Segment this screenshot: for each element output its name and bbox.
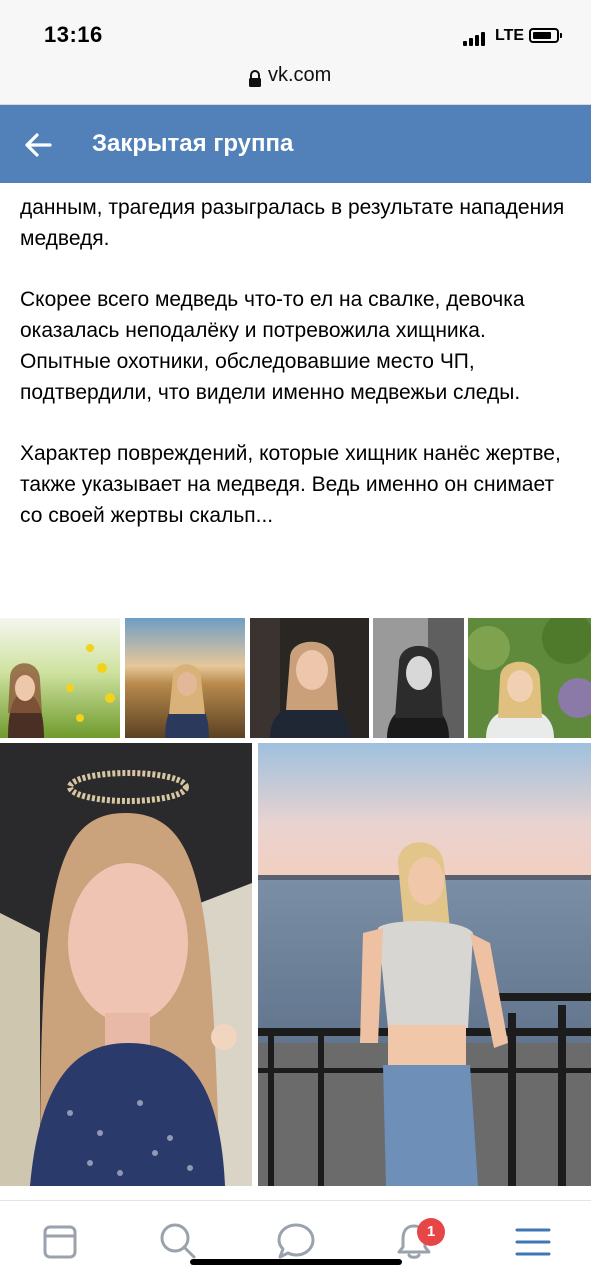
post-paragraph: данным, трагедия разыгралась в результат… (20, 196, 565, 250)
page-title: Закрытая группа (92, 130, 294, 157)
photo-wheat-field-sunset[interactable] (125, 618, 245, 738)
menu-icon[interactable] (513, 1222, 553, 1262)
url-text: vk.com (268, 64, 332, 86)
status-bar: 13:16 LTE (0, 0, 591, 56)
messages-icon[interactable] (276, 1221, 316, 1261)
newsfeed-icon[interactable] (40, 1222, 80, 1262)
photo-bw-portrait[interactable] (373, 618, 464, 738)
status-time: 13:16 (44, 22, 103, 47)
home-indicator[interactable] (190, 1259, 402, 1265)
photo-riverside-railing[interactable] (258, 743, 591, 1186)
network-type: LTE (495, 27, 525, 44)
post-paragraph: Скорее всего медведь что-то ел на свалке… (20, 288, 525, 404)
browser-url-bar[interactable]: vk.com (0, 56, 591, 105)
post-paragraph: Характер повреждений, которые хищник нан… (20, 442, 561, 527)
photo-dark-portrait[interactable] (250, 618, 369, 738)
photo-thumbnails-row (0, 618, 591, 738)
photo-field-flowers[interactable] (0, 618, 120, 738)
notification-badge: 1 (417, 1218, 445, 1246)
signal-strength-icon (463, 30, 489, 46)
post-text: данным, трагедия разыгралась в результат… (20, 192, 575, 602)
vk-header: Закрытая группа (0, 105, 591, 183)
battery-icon (529, 28, 562, 43)
search-icon[interactable] (157, 1220, 197, 1260)
lock-icon (249, 70, 261, 87)
arrow-left-icon[interactable] (20, 127, 56, 163)
photo-halo-selfie[interactable] (0, 743, 252, 1186)
photo-greenery-portrait[interactable] (468, 618, 591, 738)
